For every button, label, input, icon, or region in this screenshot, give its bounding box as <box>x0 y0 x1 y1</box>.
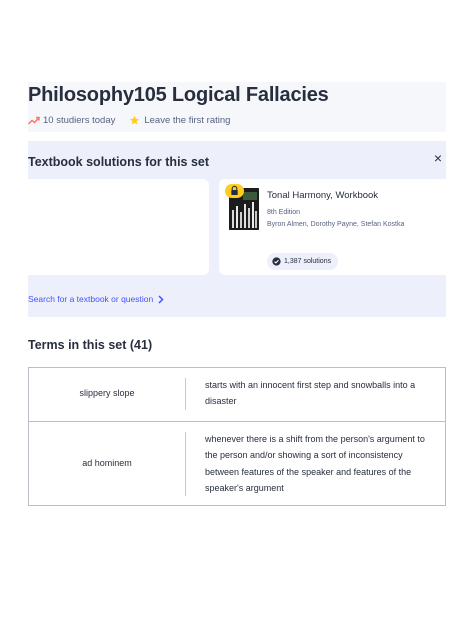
book-edition: 8th Edition <box>267 209 301 216</box>
term-divider <box>185 432 186 496</box>
lock-icon <box>225 184 244 198</box>
book-title: Tonal Harmony, Workbook <box>267 190 379 201</box>
verified-icon <box>272 257 281 266</box>
solutions-badge: 1,387 solutions <box>267 253 339 270</box>
book-authors: Byron Almen, Dorothy Payne, Stefan Kostk… <box>267 221 405 228</box>
close-icon[interactable]: × <box>431 151 445 165</box>
term-divider <box>185 378 186 410</box>
terms-list: slippery slope starts with an innocent f… <box>28 367 446 506</box>
solutions-count: 1,387 solutions <box>284 258 332 265</box>
term-row[interactable]: ad hominem whenever there is a shift fro… <box>29 422 445 506</box>
textbook-card[interactable]: a <box>28 179 209 275</box>
term-row[interactable]: slippery slope starts with an innocent f… <box>29 368 445 422</box>
set-meta: 10 studiers today Leave the first rating <box>28 115 230 126</box>
rating-link[interactable]: Leave the first rating <box>144 115 230 126</box>
search-textbook-label: Search for a textbook or question <box>28 294 154 304</box>
terms-heading: Terms in this set (41) <box>28 338 153 352</box>
page-title: Philosophy105 Logical Fallacies <box>28 84 329 106</box>
studiers-count: 10 studiers today <box>43 115 116 126</box>
definition-text: starts with an innocent first step and s… <box>205 380 416 407</box>
textbook-heading: Textbook solutions for this set <box>28 155 210 169</box>
set-header: Philosophy105 Logical Fallacies 10 studi… <box>28 82 446 132</box>
term-text: slippery slope <box>79 388 135 398</box>
star-icon[interactable] <box>129 115 140 126</box>
search-textbook-link[interactable]: Search for a textbook or question <box>28 294 164 304</box>
textbook-card-tonal-harmony[interactable]: Tonal Harmony, Workbook 8th Edition Byro… <box>219 179 446 275</box>
definition-text: whenever there is a shift from the perso… <box>205 434 425 493</box>
term-text: ad hominem <box>82 458 132 468</box>
trending-up-icon <box>28 116 40 125</box>
chevron-right-icon <box>158 294 164 304</box>
textbook-solutions-panel: Textbook solutions for this set × a <box>28 141 446 317</box>
